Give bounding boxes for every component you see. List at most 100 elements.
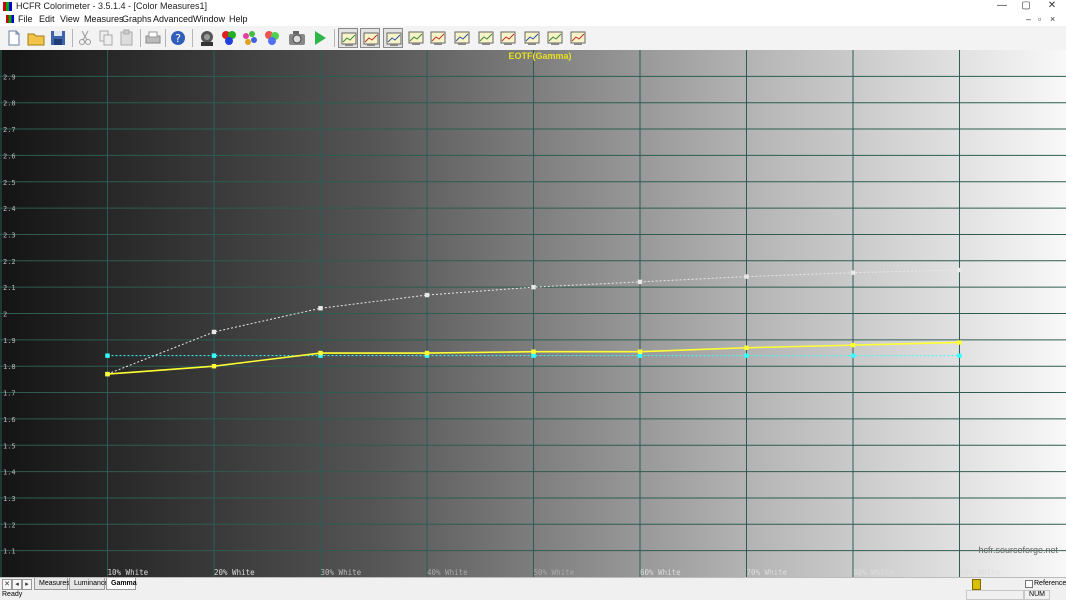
data-point [105,371,110,377]
chart-view-icon[interactable] [406,28,426,48]
restore-button[interactable]: ▢ [1014,0,1038,13]
menu-file[interactable]: File [18,13,33,26]
color-palette-icon[interactable] [240,28,260,48]
prev-tab-button[interactable]: ◂ [12,579,22,590]
camera-icon[interactable] [287,28,307,48]
rgb-icon[interactable] [219,28,239,48]
data-point [850,353,856,358]
data-point [318,306,323,311]
minimize-button[interactable]: — [990,0,1014,13]
x-axis-ticks: 10% White 20% White 30% White 40% White 50% … [108,568,1001,577]
chart-view-icon[interactable] [452,28,472,48]
data-point [424,350,430,356]
mdi-minimize-button[interactable]: – [1026,13,1031,26]
y-tick-label: 2.6 [3,152,16,160]
toolbar-separator [192,29,193,47]
x-tick-label: 50% White [534,568,575,577]
x-tick-label: 70% White [747,568,788,577]
y-tick-label: 1.9 [3,337,16,345]
y-tick-label: 2.2 [3,258,16,266]
data-point [744,274,749,279]
data-point [637,349,643,354]
data-point [957,353,962,358]
x-tick-label: 20% White [214,568,255,577]
cut-icon[interactable] [75,28,95,48]
data-point [531,353,536,358]
svg-text:?: ? [175,32,181,45]
y-tick-label: 1.4 [3,469,16,477]
num-lock-indicator: NUM [1024,590,1050,600]
chart-view-icon[interactable] [498,28,518,48]
gamma-chart: 1.1 1.2 1.3 1.4 1.5 1.6 1.7 1.8 1.9 2 2.1 2.2 2.3 2.4… [0,50,1066,577]
chart-view-icon[interactable] [522,28,542,48]
y-tick-label: 2.7 [3,126,16,134]
status-bar: Ready NUM [0,590,1066,600]
reference-label: Reference [1034,580,1066,587]
menu-view[interactable]: View [60,13,79,26]
mdi-restore-button[interactable]: ▫ [1038,13,1041,26]
data-point [957,267,962,273]
pin-icon[interactable] [972,579,981,590]
reference-checkbox[interactable] [1025,580,1033,588]
tab-measures[interactable]: Measures [34,578,70,590]
y-tick-label: 2.1 [3,284,16,292]
y-tick-label: 2.4 [3,205,16,213]
data-point [744,353,749,358]
open-folder-icon[interactable] [26,28,46,48]
toolbar-separator [165,29,166,47]
data-point [850,342,856,348]
paste-icon[interactable] [117,28,137,48]
window-title: HCFR Colorimeter - 3.5.1.4 - [Color Meas… [16,1,208,11]
data-point [211,364,217,369]
copy-icon[interactable] [96,28,116,48]
y-tick-label: 1.7 [3,390,16,398]
menu-edit[interactable]: Edit [39,13,55,26]
chart-view-icon[interactable] [428,28,448,48]
menu-graphs[interactable]: Graphs [122,13,152,26]
chart-view-icon[interactable] [568,28,588,48]
gamut-icon[interactable] [262,28,282,48]
y-tick-label: 1.1 [3,548,16,556]
chart-view-icon[interactable] [360,28,380,48]
data-point [531,349,536,354]
menu-measures[interactable]: Measures [84,13,124,26]
app-icon [3,2,12,11]
close-tab-button[interactable]: ✕ [2,579,12,590]
menu-window[interactable]: Window [193,13,225,26]
data-point [637,279,643,285]
chart-view-icon[interactable] [338,28,358,48]
watermark-text: hcfr.sourceforge.net [978,545,1058,555]
tab-luminance[interactable]: Luminance [69,578,108,590]
menu-advanced[interactable]: Advanced [153,13,193,26]
x-tick-label: 10% White [108,568,149,577]
sensor-icon[interactable] [197,28,217,48]
toolbar-separator [140,29,141,47]
x-tick-label: 80% White [853,568,894,577]
y-tick-label: 2.5 [3,179,16,187]
data-point [744,345,749,350]
y-tick-label: 1.5 [3,442,16,450]
data-point [211,353,217,358]
next-tab-button[interactable]: ▸ [22,579,32,590]
data-point [531,284,536,290]
data-point [850,270,856,275]
toolbar-separator [72,29,73,47]
x-tick-label: 40% White [427,568,468,577]
x-tick-label: 30% White [321,568,362,577]
menu-help[interactable]: Help [229,13,248,26]
mdi-close-button[interactable]: × [1050,13,1055,26]
close-button[interactable]: ✕ [1040,0,1064,13]
document-icon[interactable] [6,15,14,23]
chart-view-icon[interactable] [383,28,403,48]
print-icon[interactable] [143,28,163,48]
chart-view-icon[interactable] [545,28,565,48]
toolbar-separator [334,29,335,47]
save-icon[interactable] [48,28,68,48]
y-tick-label: 1.2 [3,521,16,529]
new-file-icon[interactable] [4,28,24,48]
status-pane [966,590,1024,600]
help-icon[interactable]: ? [168,28,188,48]
play-icon[interactable] [310,28,330,48]
chart-view-icon[interactable] [476,28,496,48]
tab-gamma[interactable]: Gamma [106,578,137,590]
